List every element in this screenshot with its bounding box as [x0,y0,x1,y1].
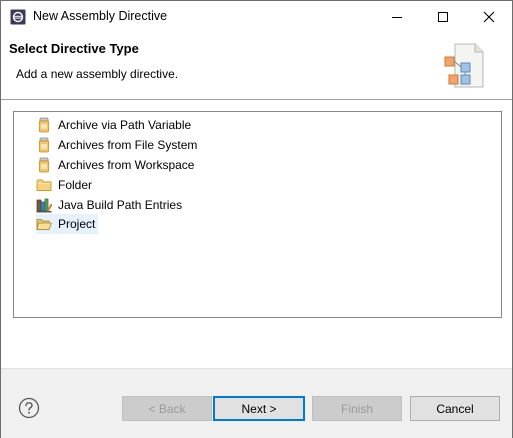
tree-item-label: Archive via Path Variable [58,118,192,132]
jar-icon [38,137,50,153]
title-bar[interactable]: New Assembly Directive [1,1,512,32]
tree-item-archive-via-path-variable[interactable]: Archive via Path Variable [36,115,194,135]
tree-item-java-build-path-entries[interactable]: Java Build Path Entries [36,195,185,215]
wizard-banner-icon [444,43,484,88]
help-icon[interactable] [18,397,40,419]
open-folder-icon [36,219,52,230]
folder-icon [36,179,52,191]
dialog-window: New Assembly Directive Select Directive … [0,0,513,438]
button-bar: < Back Next > Finish Cancel [1,368,512,438]
directive-type-tree[interactable]: Archive via Path Variable Archives from … [13,111,502,318]
tree-item-label: Archives from File System [58,138,198,152]
tree-item-label: Folder [58,178,93,192]
wizard-header: Select Directive Type Add a new assembly… [1,32,512,100]
tree-item-archives-from-file-system[interactable]: Archives from File System [36,135,200,155]
finish-button[interactable]: Finish [312,396,402,421]
library-icon [36,198,52,213]
tree-item-label: Project [58,217,96,231]
page-title: Select Directive Type [9,41,139,56]
wizard-body: Archive via Path Variable Archives from … [1,101,512,368]
tree-item-project[interactable]: Project [36,214,99,234]
minimize-icon [392,16,402,18]
back-button[interactable]: < Back [122,396,212,421]
tree-item-label: Java Build Path Entries [58,198,183,212]
tree-item-label: Archives from Workspace [58,158,195,172]
tree-item-archives-from-workspace[interactable]: Archives from Workspace [36,155,197,175]
jar-icon [38,157,50,173]
close-button[interactable] [466,1,512,32]
eclipse-app-icon [10,9,26,25]
close-icon [483,11,495,22]
page-description: Add a new assembly directive. [16,67,179,81]
minimize-button[interactable] [374,1,420,32]
window-title: New Assembly Directive [33,9,168,23]
maximize-button[interactable] [420,1,466,32]
tree-item-folder[interactable]: Folder [36,175,95,195]
jar-icon [38,117,50,133]
cancel-button[interactable]: Cancel [410,396,500,421]
maximize-icon [438,11,448,22]
next-button[interactable]: Next > [213,396,305,421]
